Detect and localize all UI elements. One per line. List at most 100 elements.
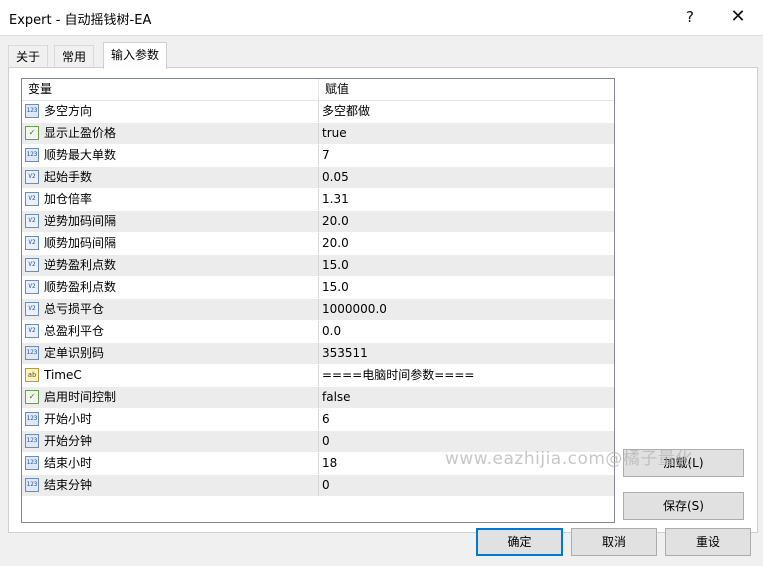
- double-icon: V2: [25, 280, 39, 294]
- value-cell[interactable]: 6: [319, 409, 612, 430]
- column-header-value[interactable]: 赋值: [318, 79, 614, 100]
- variable-cell: ✓ 启用时间控制: [22, 387, 319, 408]
- int-icon: 123: [25, 478, 39, 492]
- int-icon: 123: [25, 434, 39, 448]
- table-row[interactable]: 123 定单识别码 353511: [22, 343, 614, 365]
- variable-name: 开始小时: [44, 412, 93, 426]
- value-cell[interactable]: 353511: [319, 343, 612, 364]
- variable-cell: 123 开始小时: [22, 409, 319, 430]
- close-button[interactable]: ✕: [721, 2, 755, 32]
- variable-name: 起始手数: [44, 170, 93, 184]
- table-row[interactable]: V2 顺势盈利点数 15.0: [22, 277, 614, 299]
- variable-cell: 123 结束分钟: [22, 475, 319, 496]
- variable-name: 多空方向: [44, 104, 93, 118]
- ok-button[interactable]: 确定: [476, 528, 563, 556]
- variable-name: 顺势盈利点数: [44, 280, 117, 294]
- variable-name: 显示止盈价格: [44, 126, 117, 140]
- tab-common[interactable]: 常用: [54, 45, 95, 68]
- variable-cell: V2 总盈利平仓: [22, 321, 319, 342]
- variable-name: 逆势盈利点数: [44, 258, 117, 272]
- table-row[interactable]: V2 逆势盈利点数 15.0: [22, 255, 614, 277]
- value-cell[interactable]: 多空都做: [319, 101, 612, 122]
- value-cell[interactable]: true: [319, 123, 612, 144]
- string-icon: ab: [25, 368, 39, 382]
- variable-name: TimeC: [44, 368, 82, 382]
- variable-cell: 123 顺势最大单数: [22, 145, 319, 166]
- variable-name: 结束分钟: [44, 478, 93, 492]
- column-header-variable[interactable]: 变量: [22, 79, 318, 100]
- variable-name: 开始分钟: [44, 434, 93, 448]
- cancel-button[interactable]: 取消: [571, 528, 657, 556]
- variable-cell: 123 定单识别码: [22, 343, 319, 364]
- variable-name: 定单识别码: [44, 346, 105, 360]
- int-icon: 123: [25, 346, 39, 360]
- variable-name: 顺势最大单数: [44, 148, 117, 162]
- table-row[interactable]: 123 多空方向 多空都做: [22, 101, 614, 123]
- table-row[interactable]: V2 加仓倍率 1.31: [22, 189, 614, 211]
- save-button[interactable]: 保存(S): [623, 492, 744, 520]
- variable-name: 加仓倍率: [44, 192, 93, 206]
- double-icon: V2: [25, 170, 39, 184]
- double-icon: V2: [25, 302, 39, 316]
- int-icon: 123: [25, 412, 39, 426]
- value-cell[interactable]: 20.0: [319, 211, 612, 232]
- variable-name: 结束小时: [44, 456, 93, 470]
- value-cell[interactable]: 15.0: [319, 255, 612, 276]
- variable-cell: 123 结束小时: [22, 453, 319, 474]
- bool-icon: ✓: [25, 390, 39, 404]
- variable-cell: V2 加仓倍率: [22, 189, 319, 210]
- table-row[interactable]: V2 总亏损平仓 1000000.0: [22, 299, 614, 321]
- help-button[interactable]: ?: [673, 2, 707, 32]
- double-icon: V2: [25, 258, 39, 272]
- table-row[interactable]: V2 逆势加码间隔 20.0: [22, 211, 614, 233]
- variable-cell: V2 起始手数: [22, 167, 319, 188]
- variable-cell: V2 顺势加码间隔: [22, 233, 319, 254]
- table-row[interactable]: V2 起始手数 0.05: [22, 167, 614, 189]
- double-icon: V2: [25, 192, 39, 206]
- variable-cell: ✓ 显示止盈价格: [22, 123, 319, 144]
- reset-button[interactable]: 重设: [665, 528, 751, 556]
- double-icon: V2: [25, 236, 39, 250]
- variable-cell: V2 逆势加码间隔: [22, 211, 319, 232]
- table-row[interactable]: 123 顺势最大单数 7: [22, 145, 614, 167]
- table-row[interactable]: ab TimeC ====电脑时间参数====: [22, 365, 614, 387]
- bool-icon: ✓: [25, 126, 39, 140]
- int-icon: 123: [25, 104, 39, 118]
- value-cell[interactable]: 0.05: [319, 167, 612, 188]
- value-cell[interactable]: 1.31: [319, 189, 612, 210]
- tab-inputs[interactable]: 输入参数: [103, 42, 168, 69]
- watermark-text: www.eazhijia.com@橘子量化: [445, 449, 693, 469]
- variable-name: 逆势加码间隔: [44, 214, 117, 228]
- variable-cell: ab TimeC: [22, 365, 319, 386]
- table-row[interactable]: 123 结束分钟 0: [22, 475, 614, 497]
- variable-cell: V2 顺势盈利点数: [22, 277, 319, 298]
- variable-cell: V2 逆势盈利点数: [22, 255, 319, 276]
- tab-about[interactable]: 关于: [8, 45, 49, 68]
- variable-name: 启用时间控制: [44, 390, 117, 404]
- variable-name: 总盈利平仓: [44, 324, 105, 338]
- title-bar: Expert - 自动摇钱树-EA ? ✕: [0, 0, 763, 36]
- variable-name: 总亏损平仓: [44, 302, 105, 316]
- table-row[interactable]: ✓ 启用时间控制 false: [22, 387, 614, 409]
- double-icon: V2: [25, 324, 39, 338]
- list-header: 变量 赋值: [22, 79, 614, 101]
- int-icon: 123: [25, 456, 39, 470]
- value-cell[interactable]: 7: [319, 145, 612, 166]
- value-cell[interactable]: 15.0: [319, 277, 612, 298]
- table-row[interactable]: V2 顺势加码间隔 20.0: [22, 233, 614, 255]
- parameter-rows: 123 多空方向 多空都做 ✓ 显示止盈价格 true 123 顺势最大单数 7 V2 起始手数 0.…: [22, 101, 614, 497]
- int-icon: 123: [25, 148, 39, 162]
- variable-cell: V2 总亏损平仓: [22, 299, 319, 320]
- value-cell[interactable]: false: [319, 387, 612, 408]
- value-cell[interactable]: 1000000.0: [319, 299, 612, 320]
- table-row[interactable]: 123 开始小时 6: [22, 409, 614, 431]
- table-row[interactable]: V2 总盈利平仓 0.0: [22, 321, 614, 343]
- variable-cell: 123 多空方向: [22, 101, 319, 122]
- value-cell[interactable]: 20.0: [319, 233, 612, 254]
- variable-cell: 123 开始分钟: [22, 431, 319, 452]
- value-cell[interactable]: 0.0: [319, 321, 612, 342]
- value-cell[interactable]: ====电脑时间参数====: [319, 365, 612, 386]
- table-row[interactable]: ✓ 显示止盈价格 true: [22, 123, 614, 145]
- value-cell[interactable]: 0: [319, 475, 612, 496]
- window-title: Expert - 自动摇钱树-EA: [9, 13, 152, 28]
